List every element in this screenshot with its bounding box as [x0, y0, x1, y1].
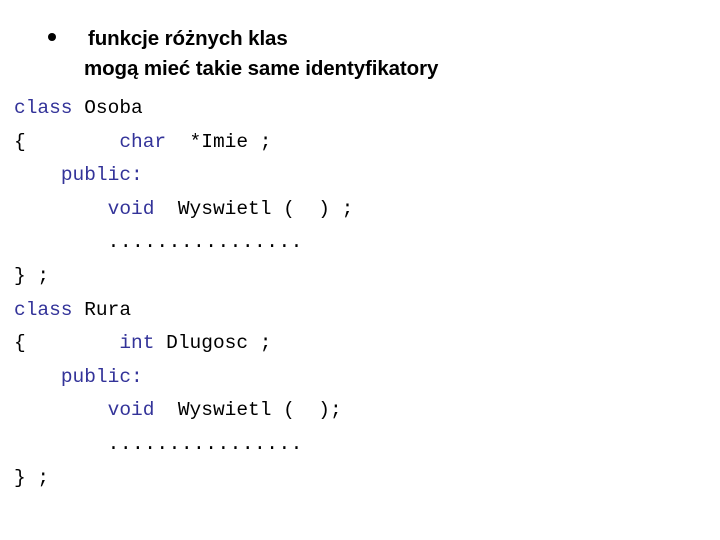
- brace-close-osoba: } ;: [14, 264, 50, 287]
- indent-dots-1: [14, 231, 108, 253]
- heading-bullet-line: funkcje różnych klas: [0, 24, 720, 54]
- code-line-ellipsis-osoba: ................: [0, 226, 720, 260]
- gap-spacer-2: [26, 332, 120, 354]
- identifier-rura: Rura: [72, 298, 132, 321]
- code-line-int-dlugosc: { int Dlugosc ;: [0, 327, 720, 361]
- code-line-public-osoba: public:: [0, 159, 720, 193]
- code-line-ellipsis-rura: ................: [0, 428, 720, 462]
- identifier-osoba: Osoba: [72, 97, 143, 119]
- indent-dots-2: [14, 433, 108, 455]
- heading-line-2-text: mogą mieć takie same identyfikatory: [84, 57, 439, 80]
- code-line-public-rura: public:: [0, 361, 720, 395]
- identifier-dlugosc: Dlugosc ;: [154, 332, 272, 355]
- keyword-public-rura: public:: [60, 365, 143, 388]
- identifier-imie: *Imie ;: [166, 130, 272, 153]
- keyword-void-rura: void: [107, 399, 155, 422]
- keyword-void: void: [107, 197, 155, 220]
- code-line-char-imie: { char *Imie ;: [0, 126, 720, 160]
- keyword-class: class: [14, 97, 73, 119]
- code-block: class Osoba { char *Imie ; public: void …: [0, 92, 720, 495]
- code-line-close-osoba: } ;: [0, 260, 720, 294]
- keyword-public: public:: [60, 164, 143, 187]
- bullet-icon: [48, 32, 56, 41]
- indent-void-1: [14, 198, 108, 220]
- indent-public-2: [14, 366, 61, 388]
- slide-canvas: funkcje różnych klas mogą mieć takie sam…: [0, 0, 720, 540]
- brace-close-rura: } ;: [14, 466, 50, 489]
- keyword-char: char: [119, 130, 167, 153]
- heading-continuation-line: mogą mieć takie same identyfikatory: [0, 54, 720, 84]
- code-line-void-wyswietl-osoba: void Wyswietl ( ) ;: [0, 193, 720, 227]
- keyword-class-rura: class: [14, 298, 73, 321]
- keyword-int: int: [119, 332, 155, 355]
- code-line-close-rura: } ;: [0, 462, 720, 496]
- code-line-class-rura: class Rura: [0, 294, 720, 328]
- indent-void-2: [14, 399, 108, 421]
- indent-public-1: [14, 164, 61, 186]
- ellipsis-rura: ................: [107, 432, 303, 455]
- code-line-class-osoba: class Osoba: [0, 92, 720, 126]
- ellipsis-osoba: ................: [107, 231, 303, 254]
- identifier-wyswietl-rura: Wyswietl ( );: [154, 399, 342, 422]
- heading-block: funkcje różnych klas mogą mieć takie sam…: [0, 24, 720, 84]
- code-line-void-wyswietl-rura: void Wyswietl ( );: [0, 394, 720, 428]
- brace-open-osoba: {: [14, 130, 26, 153]
- identifier-wyswietl-osoba: Wyswietl ( ) ;: [154, 197, 354, 220]
- heading-line-1-text: funkcje różnych klas: [88, 27, 288, 50]
- brace-open-rura: {: [14, 332, 26, 355]
- gap-spacer-1: [26, 131, 120, 153]
